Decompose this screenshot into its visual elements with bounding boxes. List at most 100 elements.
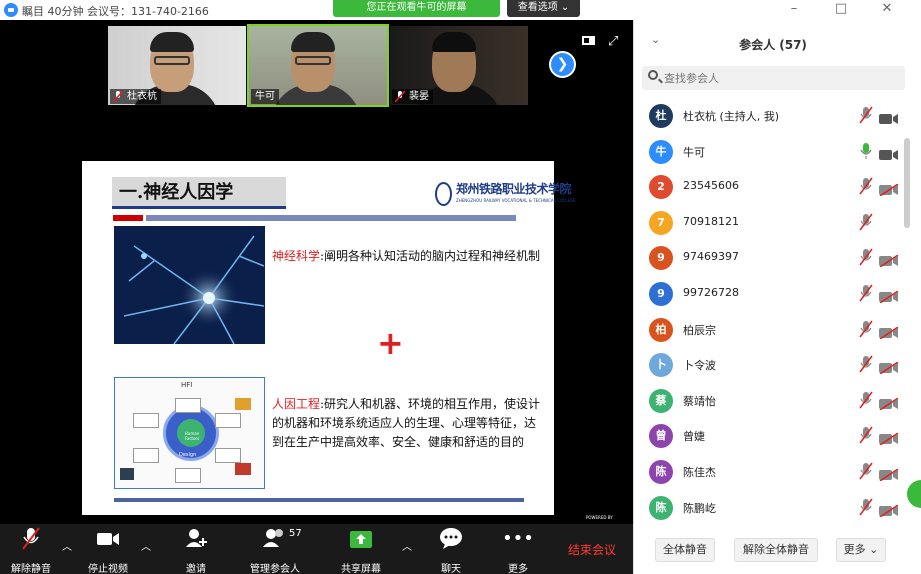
meeting-window: 瞩目 40分钟 会议号：131-740-2166 您正在观看牛可的屏幕 查看选项…	[0, 0, 921, 574]
chat-button[interactable]: 聊天	[434, 526, 468, 574]
layout-toggle-icon[interactable]	[582, 36, 595, 45]
minimize-icon[interactable]: –	[784, 1, 804, 16]
participant-name: 70918121	[683, 214, 739, 228]
participant-row[interactable]: 9 99726728	[634, 276, 904, 310]
video-thumbnail[interactable]: 杜衣杭	[108, 26, 246, 105]
participant-name: 97469397	[683, 250, 739, 264]
share-options-icon[interactable]: ︿	[402, 538, 412, 553]
participant-list: 杜杜衣杭 (主持人, 我) 牛牛可 2 23545606 7 70918121 9 97469…	[634, 98, 904, 538]
search-participants-input[interactable]	[664, 70, 894, 86]
chat-icon	[440, 528, 462, 549]
unmute-button[interactable]: 解除静音	[7, 526, 55, 574]
more-button[interactable]: ••• 更多	[501, 526, 535, 574]
camera-off-icon[interactable]	[879, 395, 899, 411]
mic-on-icon[interactable]	[859, 142, 873, 160]
accent-bar	[113, 215, 143, 221]
participant-row[interactable]: 陈陈鹏屹	[634, 490, 904, 524]
maximize-icon[interactable]: □	[831, 1, 851, 16]
scrollbar[interactable]	[904, 138, 910, 228]
participant-row[interactable]: 曾曾婕	[634, 418, 904, 452]
mic-muted-icon	[22, 527, 40, 550]
title-bar: 瞩目 40分钟 会议号：131-740-2166 您正在观看牛可的屏幕 查看选项…	[0, 0, 921, 20]
camera-off-icon[interactable]	[879, 288, 899, 304]
avatar: 卜	[649, 353, 673, 378]
panel-header: ⌄ 参会人 (57)	[634, 28, 921, 56]
avatar: 杜	[649, 104, 673, 128]
mic-muted-icon[interactable]	[859, 355, 873, 373]
more-options-button[interactable]: 更多 ⌄	[836, 538, 886, 562]
camera-off-icon[interactable]	[879, 324, 899, 340]
screen-share-banner: 您正在观看牛可的屏幕	[333, 0, 500, 17]
neuron-image	[114, 226, 265, 344]
participant-name-tag: 杜衣杭	[110, 89, 161, 104]
participant-name: 柏辰宗	[683, 323, 716, 337]
participant-row[interactable]: 柏柏辰宗	[634, 312, 904, 346]
participant-name: 陈佳杰	[683, 466, 716, 479]
participant-row[interactable]: 杜杜衣杭 (主持人, 我)	[634, 98, 904, 132]
avatar: 柏	[649, 317, 673, 342]
participant-row[interactable]: 牛牛可	[634, 134, 904, 168]
search-box[interactable]	[642, 66, 905, 90]
mic-muted-icon[interactable]	[859, 426, 873, 444]
view-options-button[interactable]: 查看选项 ⌄	[507, 0, 580, 17]
search-icon	[648, 70, 658, 80]
camera-on-icon[interactable]	[879, 110, 899, 124]
participant-row[interactable]: 7 70918121	[634, 205, 904, 239]
participant-row[interactable]: 蔡蔡靖怡	[634, 383, 904, 417]
camera-on-icon[interactable]	[879, 146, 899, 160]
participant-name: 99726728	[683, 286, 739, 299]
participant-row[interactable]: 9 97469397	[634, 240, 904, 274]
mute-all-button[interactable]: 全体静音	[655, 538, 715, 562]
accent-bar	[114, 498, 524, 502]
ergonomics-paragraph: 人因工程:研究人和机器、环境的相互作用，使设计的机器和环境系统适应人的生理、心理…	[272, 397, 541, 449]
add-user-icon	[186, 529, 207, 547]
mic-muted-icon[interactable]	[859, 391, 873, 409]
app-logo-icon	[4, 3, 18, 17]
stop-video-button[interactable]: 停止视频	[84, 526, 132, 574]
mic-muted-icon[interactable]	[859, 498, 873, 516]
avatar: 陈	[649, 460, 673, 484]
avatar: 7	[649, 210, 673, 235]
hfi-diagram: HFI Concept Human Factors Design	[114, 377, 265, 489]
camera-off-icon[interactable]	[879, 466, 899, 482]
participant-row[interactable]: 陈陈佳杰	[634, 454, 904, 488]
panel-title: 参会人 (57)	[739, 38, 807, 52]
end-meeting-button[interactable]: 结束会议	[568, 541, 616, 558]
share-screen-button[interactable]: 共享屏幕	[339, 526, 383, 574]
camera-icon	[97, 533, 119, 545]
participant-name: 曾婕	[683, 430, 705, 444]
manage-participants-button[interactable]: 57 管理参会人	[247, 526, 303, 574]
participant-row[interactable]: 2 23545606	[634, 169, 904, 203]
mic-muted-icon[interactable]	[859, 462, 873, 480]
video-thumbnail[interactable]: 裴晏	[390, 26, 528, 105]
mic-muted-icon[interactable]	[859, 320, 873, 338]
mic-muted-icon[interactable]	[859, 248, 873, 266]
fullscreen-icon[interactable]: ⤢	[608, 34, 618, 49]
mic-muted-icon[interactable]	[859, 213, 873, 231]
mic-muted-icon[interactable]	[859, 177, 873, 195]
mic-muted-icon[interactable]	[859, 106, 873, 124]
mic-muted-icon[interactable]	[859, 284, 873, 302]
camera-off-icon[interactable]	[879, 502, 899, 518]
mic-muted-icon	[395, 91, 405, 102]
camera-off-icon[interactable]	[879, 252, 899, 269]
participants-panel: ⌄ 参会人 (57) 杜杜衣杭 (主持人, 我)牛牛可2235456067709…	[633, 20, 921, 574]
video-options-icon[interactable]: ︿	[141, 538, 151, 553]
camera-off-icon[interactable]	[879, 359, 899, 375]
participant-name: 杜衣杭 (主持人, 我)	[683, 110, 780, 123]
college-logo: 郑州铁路职业技术学院 ZHENGZHOU RAILWAY VOCATIONAL …	[435, 180, 576, 212]
avatar: 9	[649, 282, 673, 306]
unmute-all-button[interactable]: 解除全体静音	[734, 538, 818, 562]
video-thumbnail-active[interactable]: 牛可	[247, 24, 389, 107]
participant-name: 23545606	[683, 179, 739, 193]
avatar: 2	[649, 175, 673, 200]
participant-row[interactable]: 卜卜令波	[634, 347, 904, 381]
invite-button[interactable]: 邀请	[176, 526, 216, 574]
next-page-icon[interactable]: ❯	[549, 51, 576, 78]
camera-off-icon[interactable]	[879, 181, 899, 197]
avatar: 曾	[649, 424, 673, 449]
audio-options-icon[interactable]: ︿	[62, 538, 72, 553]
avatar: 9	[649, 246, 673, 271]
camera-off-icon[interactable]	[879, 430, 899, 447]
close-icon[interactable]: ✕	[877, 1, 897, 16]
